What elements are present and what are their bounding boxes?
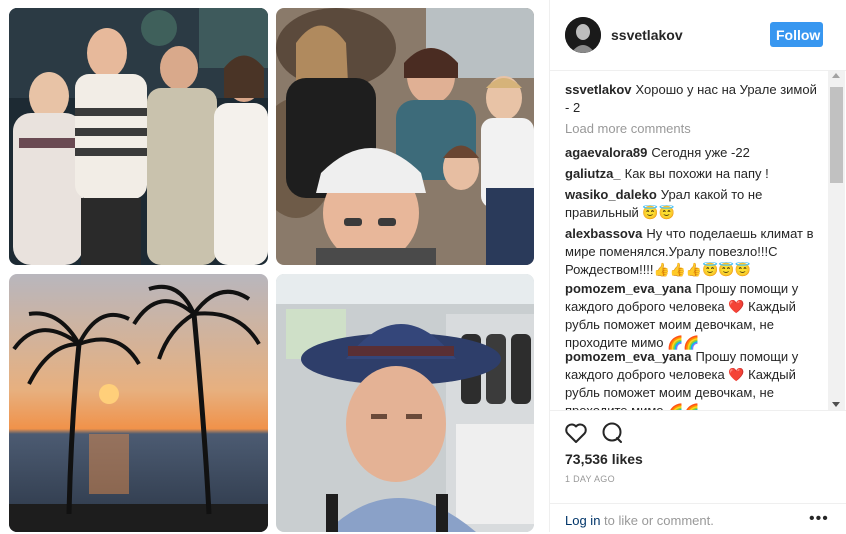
caption-username[interactable]: ssvetlakov [565,82,632,97]
comment-username[interactable]: galiutza_ [565,166,621,181]
post-timestamp: 1 DAY AGO [565,474,615,484]
comment-bubble-icon[interactable] [600,421,624,445]
post-actions: 73,536 likes 1 DAY AGO Log in to like or… [550,410,846,533]
comment-username[interactable]: alexbassova [565,226,642,241]
list-item: wasiko_daleko Урал какой то не правильный… [565,186,820,222]
collage-photo-sunset-palms [9,274,268,532]
login-link[interactable]: Log in [565,513,600,528]
comment-username[interactable]: agaevalora89 [565,145,647,160]
list-item: agaevalora89 Сегодня уже -22 [565,144,820,162]
avatar[interactable] [565,17,601,53]
scroll-up-arrow-icon[interactable] [832,73,840,78]
comment-username[interactable]: pomozem_eva_yana [565,349,691,364]
list-item: pomozem_eva_yana Прошу помощи у каждого д… [565,348,820,410]
likes-count[interactable]: 73,536 likes [565,451,643,467]
login-prompt: Log in to like or comment. [565,513,714,528]
comment-text: Сегодня уже -22 [651,145,750,160]
scroll-down-arrow-icon[interactable] [832,402,840,407]
scroll-thumb[interactable] [830,87,843,183]
post-header: ssvetlakov Follow [550,0,846,71]
post-photo-collage[interactable] [0,0,549,532]
comments-list: ssvetlakov Хорошо у нас на Урале зимой - … [550,71,828,410]
header-username[interactable]: ssvetlakov [611,27,683,43]
list-item: galiutza_ Как вы похожи на папу ! [565,165,820,183]
comment-username[interactable]: wasiko_daleko [565,187,657,202]
comment-text: Как вы похожи на папу ! [624,166,769,181]
post-sidebar: ssvetlakov Follow ssvetlakov Хорошо у нас… [549,0,846,532]
collage-photo-selfie-rocks [276,8,534,265]
caption: ssvetlakov Хорошо у нас на Урале зимой - … [565,81,820,117]
post-footer: Log in to like or comment. ••• [550,503,846,534]
follow-button[interactable]: Follow [770,22,823,47]
list-item: alexbassova Ну что поделаешь климат в мир… [565,225,820,279]
list-item: pomozem_eva_yana Прошу помощи у каждого д… [565,280,820,352]
comments-scrollbar[interactable] [828,71,845,410]
heart-outline-icon[interactable] [564,421,588,445]
load-more-comments-link[interactable]: Load more comments [565,121,691,136]
comment-username[interactable]: pomozem_eva_yana [565,281,691,296]
collage-photo-family [9,8,268,265]
more-options-icon[interactable]: ••• [809,510,829,528]
collage-photo-store-selfie [276,274,534,532]
login-prompt-text: to like or comment. [600,513,714,528]
